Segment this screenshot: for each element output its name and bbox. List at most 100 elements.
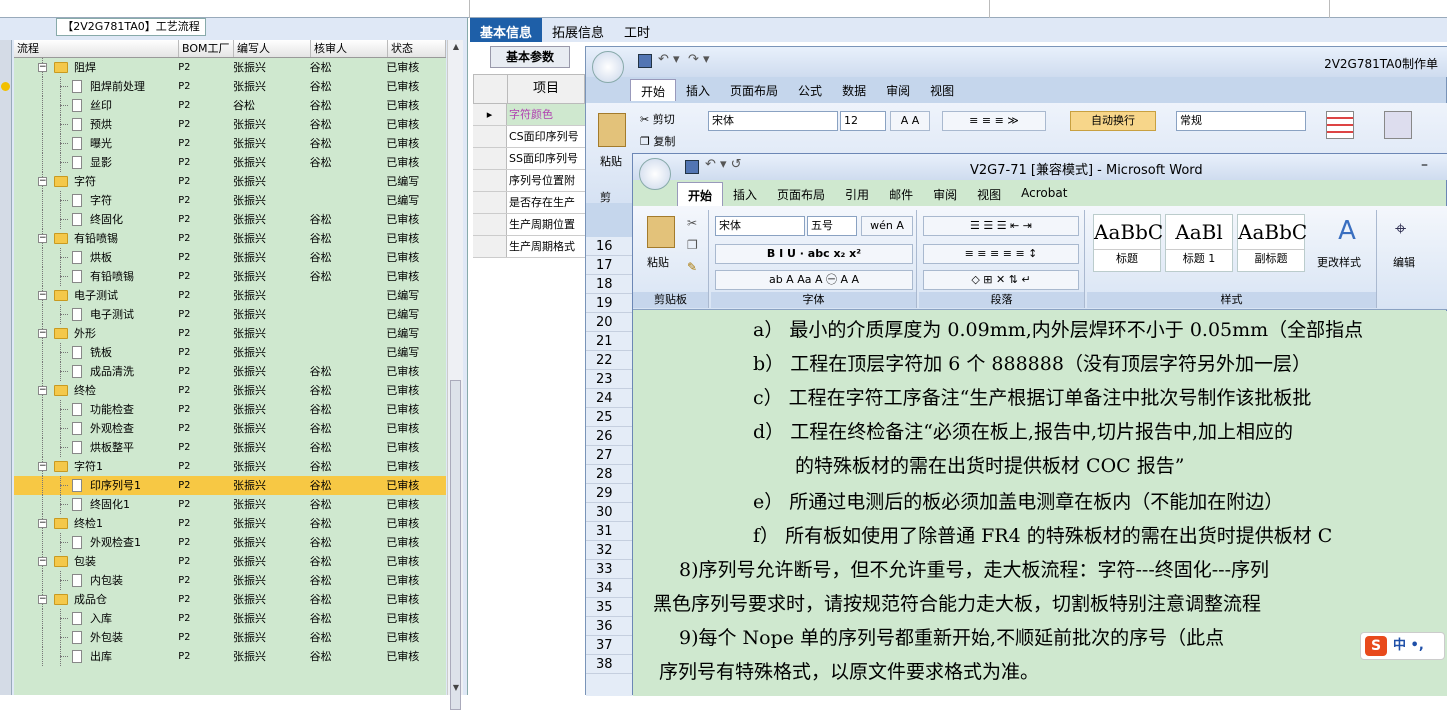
col-header-reviewer[interactable]: 核审人 xyxy=(311,40,388,57)
excel-row-number[interactable]: 28 xyxy=(586,465,636,484)
tree-row[interactable]: 印序列号1 P2 张振兴 谷松 已审核 xyxy=(14,476,446,495)
redo-icon[interactable]: ↷ ▾ xyxy=(688,52,710,67)
word-font-select[interactable]: 宋体 xyxy=(715,216,805,236)
tree-row[interactable]: − 外形 P2 张振兴 已编写 xyxy=(14,324,446,343)
excel-tab[interactable]: 公式 xyxy=(788,79,832,101)
tree-row[interactable]: 显影 P2 张振兴 谷松 已审核 xyxy=(14,153,446,172)
param-row[interactable]: ▸ 字符颜色 xyxy=(473,104,585,126)
collapse-icon[interactable]: − xyxy=(38,557,47,566)
tab-extended-info[interactable]: 拓展信息 xyxy=(542,18,614,42)
excel-row-number[interactable]: 32 xyxy=(586,541,636,560)
word-tab[interactable]: Acrobat xyxy=(1011,182,1077,206)
tree-scrollbar[interactable]: ▲ ▼ xyxy=(447,40,463,710)
minimize-icon[interactable]: – xyxy=(1421,157,1428,173)
wrap-text-button[interactable]: 自动换行 xyxy=(1070,111,1156,131)
excel-row-number[interactable]: 25 xyxy=(586,408,636,427)
tree-row[interactable]: 烘板整平 P2 张振兴 谷松 已审核 xyxy=(14,438,446,457)
excel-row-number[interactable]: 20 xyxy=(586,313,636,332)
word-tab[interactable]: 页面布局 xyxy=(767,182,835,206)
excel-row-number[interactable]: 37 xyxy=(586,636,636,655)
tree-row[interactable]: 预烘 P2 张振兴 谷松 已审核 xyxy=(14,115,446,134)
excel-copy-button[interactable]: ❐ 复制 xyxy=(640,133,675,149)
font-color-buttons[interactable]: ab A Aa A ㊀ A A xyxy=(715,270,913,290)
tree-row[interactable]: 外包装 P2 张振兴 谷松 已审核 xyxy=(14,628,446,647)
tree-row[interactable]: − 成品仓 P2 张振兴 谷松 已审核 xyxy=(14,590,446,609)
word-tab[interactable]: 开始 xyxy=(677,182,724,206)
tree-row[interactable]: − 包装 P2 张振兴 谷松 已审核 xyxy=(14,552,446,571)
param-row[interactable]: 生产周期格式 xyxy=(473,236,585,258)
tree-row[interactable]: 阻焊前处理 P2 张振兴 谷松 已审核 xyxy=(14,77,446,96)
excel-size-select[interactable]: 12 xyxy=(840,111,886,131)
font-format-buttons[interactable]: B I U · abc x₂ x² xyxy=(715,244,913,264)
col-header-bom[interactable]: BOM工厂 xyxy=(179,40,234,57)
excel-row-number[interactable]: 27 xyxy=(586,446,636,465)
excel-row-number[interactable]: 22 xyxy=(586,351,636,370)
word-tab[interactable]: 插入 xyxy=(723,182,767,206)
word-tab[interactable]: 视图 xyxy=(967,182,1011,206)
tree-row[interactable]: 电子测试 P2 张振兴 已编写 xyxy=(14,305,446,324)
list-buttons[interactable]: ☰ ☰ ☰ ⇤ ⇥ xyxy=(923,216,1079,236)
binoculars-icon[interactable]: ⌖ xyxy=(1395,216,1406,240)
save-icon[interactable] xyxy=(638,54,652,68)
tree-row[interactable]: 有铅喷锡 P2 张振兴 谷松 已审核 xyxy=(14,267,446,286)
param-row[interactable]: 生产周期位置 xyxy=(473,214,585,236)
excel-row-number[interactable]: 24 xyxy=(586,389,636,408)
collapse-icon[interactable]: − xyxy=(38,291,47,300)
style-option[interactable]: AaBl 标题 1 xyxy=(1165,214,1233,272)
ime-toolbar[interactable]: S 中 •, xyxy=(1360,632,1445,660)
collapse-icon[interactable]: − xyxy=(38,519,47,528)
undo-icon[interactable]: ↶ ▾ xyxy=(658,52,680,67)
excel-tab[interactable]: 数据 xyxy=(832,79,876,101)
change-styles-icon[interactable]: A xyxy=(1327,216,1367,246)
excel-row-number[interactable]: 34 xyxy=(586,579,636,598)
tab-basic-info[interactable]: 基本信息 xyxy=(470,18,543,42)
tree-row[interactable]: − 终检 P2 张振兴 谷松 已审核 xyxy=(14,381,446,400)
word-document[interactable]: a） 最小的介质厚度为 0.09mm,内外层焊环不小于 0.05mm（全部指点 b… xyxy=(633,311,1447,696)
align-buttons[interactable]: ≡ ≡ ≡ ≫ xyxy=(942,111,1046,131)
word-cut-icon[interactable]: ✂ xyxy=(687,216,697,230)
scrollbar-thumb[interactable] xyxy=(450,380,461,710)
col-header-writer[interactable]: 编写人 xyxy=(234,40,311,57)
conditional-format-icon[interactable] xyxy=(1326,111,1354,139)
tree-row[interactable]: − 字符1 P2 张振兴 谷松 已审核 xyxy=(14,457,446,476)
excel-tab[interactable]: 审阅 xyxy=(876,79,920,101)
number-format-select[interactable]: 常规 xyxy=(1176,111,1306,131)
excel-row-number[interactable]: 21 xyxy=(586,332,636,351)
tree-row[interactable]: 外观检查1 P2 张振兴 谷松 已审核 xyxy=(14,533,446,552)
tab-basic-params[interactable]: 基本参数 xyxy=(490,46,570,68)
word-save-icon[interactable] xyxy=(685,160,699,174)
excel-row-number[interactable]: 19 xyxy=(586,294,636,313)
tree-row[interactable]: 出库 P2 张振兴 谷松 已审核 xyxy=(14,647,446,666)
word-size-select[interactable]: 五号 xyxy=(807,216,857,236)
tree-row[interactable]: − 终检1 P2 张振兴 谷松 已审核 xyxy=(14,514,446,533)
phonetic-icon[interactable]: wén A xyxy=(861,216,913,236)
format-painter-icon[interactable]: ✎ xyxy=(687,260,697,274)
tree-row[interactable]: − 电子测试 P2 张振兴 已编写 xyxy=(14,286,446,305)
collapse-icon[interactable]: − xyxy=(38,234,47,243)
tree-row[interactable]: 内包装 P2 张振兴 谷松 已审核 xyxy=(14,571,446,590)
word-office-button-icon[interactable] xyxy=(639,158,671,190)
tree-row[interactable]: 终固化 P2 张振兴 谷松 已审核 xyxy=(14,210,446,229)
tree-row[interactable]: 字符 P2 张振兴 已编写 xyxy=(14,191,446,210)
style-option[interactable]: AaBbC 标题 xyxy=(1093,214,1163,272)
excel-row-number[interactable]: 33 xyxy=(586,560,636,579)
word-tab[interactable]: 邮件 xyxy=(879,182,923,206)
excel-cut-button[interactable]: ✂ 剪切 xyxy=(640,111,675,127)
excel-row-number[interactable]: 31 xyxy=(586,522,636,541)
word-tab[interactable]: 引用 xyxy=(835,182,879,206)
collapse-icon[interactable]: − xyxy=(38,462,47,471)
excel-row-number[interactable]: 36 xyxy=(586,617,636,636)
word-undo-icon[interactable]: ↶ ▾ ↺ xyxy=(705,157,742,172)
col-header-flow[interactable]: 流程 xyxy=(14,40,179,57)
scroll-down-icon[interactable]: ▼ xyxy=(451,683,461,693)
style-option[interactable]: AaBbC 副标题 xyxy=(1237,214,1307,272)
grow-font-icon[interactable]: A A xyxy=(890,111,930,131)
word-tab[interactable]: 审阅 xyxy=(923,182,967,206)
param-row[interactable]: SS面印序列号 xyxy=(473,148,585,170)
excel-row-number[interactable]: 26 xyxy=(586,427,636,446)
scroll-up-icon[interactable]: ▲ xyxy=(451,42,461,52)
edit-label[interactable]: 编辑 xyxy=(1393,254,1415,270)
param-row[interactable]: CS面印序列号 xyxy=(473,126,585,148)
tab-work-hours[interactable]: 工时 xyxy=(614,18,660,42)
tree-row[interactable]: 功能检查 P2 张振兴 谷松 已审核 xyxy=(14,400,446,419)
